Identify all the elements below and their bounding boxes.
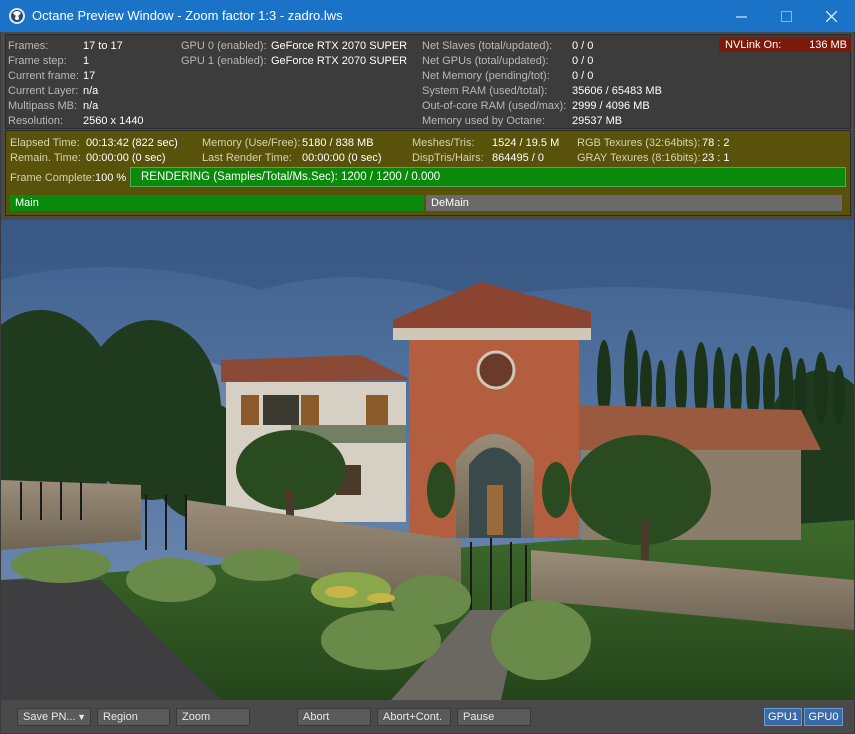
region-button[interactable]: Region [97, 708, 170, 726]
maximize-icon [780, 10, 792, 22]
save-png-dropdown[interactable]: Save PN... ▼ [17, 708, 91, 726]
last-render-value: 00:00:00 (0 sec) [302, 152, 382, 164]
gray-textures-label: GRAY Texures (8:16bits): [577, 152, 701, 164]
minimize-button[interactable] [718, 0, 764, 32]
resolution-value: 2560 x 1440 [83, 115, 144, 127]
render-progress-text: RENDERING (Samples/Total/Ms.Sec): 1200 /… [141, 171, 441, 183]
nvlink-label: NVLink On: [725, 39, 782, 51]
frame-step-label: Frame step: [8, 55, 67, 67]
render-image [1, 220, 854, 700]
frames-label: Frames: [8, 40, 49, 52]
close-button[interactable] [808, 0, 854, 32]
current-frame-value: 17 [83, 70, 96, 82]
gpu0-toggle[interactable]: GPU0 [804, 708, 843, 726]
disp-value: 864495 / 0 [492, 152, 544, 164]
frame-step-value: 1 [83, 55, 90, 67]
gpu0-label: GPU 0 (enabled): [181, 40, 267, 52]
pass-demain-label: DeMain [431, 197, 469, 209]
memory-value: 5180 / 838 MB [302, 137, 374, 149]
rgb-textures-value: 78 : 2 [702, 137, 730, 149]
meshes-label: Meshes/Tris: [412, 137, 475, 149]
abort-continue-button[interactable]: Abort+Cont. [377, 708, 451, 726]
abort-button[interactable]: Abort [297, 708, 371, 726]
gray-textures-value: 23 : 1 [702, 152, 730, 164]
last-render-label: Last Render Time: [202, 152, 292, 164]
render-progress-bar: RENDERING (Samples/Total/Ms.Sec): 1200 /… [130, 167, 846, 187]
disp-label: DispTris/Hairs: [412, 152, 484, 164]
preview-window-body: Frames: 17 to 17 Frame step: 1 Current f… [1, 32, 854, 733]
close-icon [825, 10, 837, 22]
current-layer-value: n/a [83, 85, 99, 97]
gpu0-value: GeForce RTX 2070 SUPER [271, 40, 408, 52]
system-ram-value: 35606 / 65483 MB [572, 85, 662, 97]
ooc-ram-value: 2999 / 4096 MB [572, 100, 650, 112]
window-title: Octane Preview Window - Zoom factor 1:3 … [32, 8, 343, 23]
elapsed-value: 00:13:42 (822 sec) [86, 137, 178, 149]
system-stats-panel: Frames: 17 to 17 Frame step: 1 Current f… [5, 34, 851, 129]
mem-octane-value: 29537 MB [572, 115, 623, 127]
render-viewport[interactable] [1, 220, 854, 700]
net-slaves-value: 0 / 0 [572, 40, 594, 52]
gpu1-label: GPU 1 (enabled): [181, 55, 267, 67]
multipass-label: Multipass MB: [8, 100, 78, 112]
elapsed-label: Elapsed Time: [10, 137, 80, 149]
resolution-label: Resolution: [8, 115, 64, 127]
current-layer-label: Current Layer: [8, 85, 79, 97]
frame-complete-value: 100 % [95, 172, 127, 184]
multipass-value: n/a [83, 100, 99, 112]
pass-main-label: Main [15, 197, 39, 209]
minimize-icon [735, 16, 747, 17]
gpu1-toggle[interactable]: GPU1 [764, 708, 802, 726]
gpu1-value: GeForce RTX 2070 SUPER [271, 55, 408, 67]
title-bar[interactable]: Octane Preview Window - Zoom factor 1:3 … [0, 0, 855, 32]
system-ram-label: System RAM (used/total): [422, 85, 548, 97]
net-gpus-label: Net GPUs (total/updated): [422, 55, 549, 67]
mem-octane-label: Memory used by Octane: [422, 115, 545, 127]
render-stats-panel: Elapsed Time: 00:13:42 (822 sec) Remain.… [5, 130, 851, 216]
nvlink-badge: NVLink On: 136 MB [719, 38, 851, 52]
current-frame-label: Current frame: [8, 70, 79, 82]
rgb-textures-label: RGB Texures (32:64bits): [577, 137, 701, 149]
net-memory-label: Net Memory (pending/tot): [422, 70, 550, 82]
ooc-ram-label: Out-of-core RAM (used/max): [422, 100, 567, 112]
zoom-button[interactable]: Zoom [176, 708, 250, 726]
remain-label: Remain. Time: [10, 152, 81, 164]
octane-app-icon [9, 8, 25, 24]
chevron-down-icon: ▼ [77, 712, 86, 722]
net-slaves-label: Net Slaves (total/updated): [422, 40, 553, 52]
pause-button[interactable]: Pause [457, 708, 531, 726]
pass-main-bar[interactable]: Main [10, 195, 424, 211]
nvlink-value: 136 MB [809, 39, 847, 51]
net-memory-value: 0 / 0 [572, 70, 594, 82]
maximize-button[interactable] [763, 0, 809, 32]
frames-value: 17 to 17 [83, 40, 123, 52]
bottom-toolbar: Save PN... ▼ Region Zoom Abort Abort+Con… [1, 700, 854, 733]
save-png-label: Save PN... [23, 711, 76, 723]
pass-demain-bar[interactable]: DeMain [426, 195, 842, 211]
net-gpus-value: 0 / 0 [572, 55, 594, 67]
meshes-value: 1524 / 19.5 M [492, 137, 560, 149]
remain-value: 00:00:00 (0 sec) [86, 152, 166, 164]
frame-complete-label: Frame Complete: [10, 172, 95, 184]
memory-label: Memory (Use/Free): [202, 137, 301, 149]
